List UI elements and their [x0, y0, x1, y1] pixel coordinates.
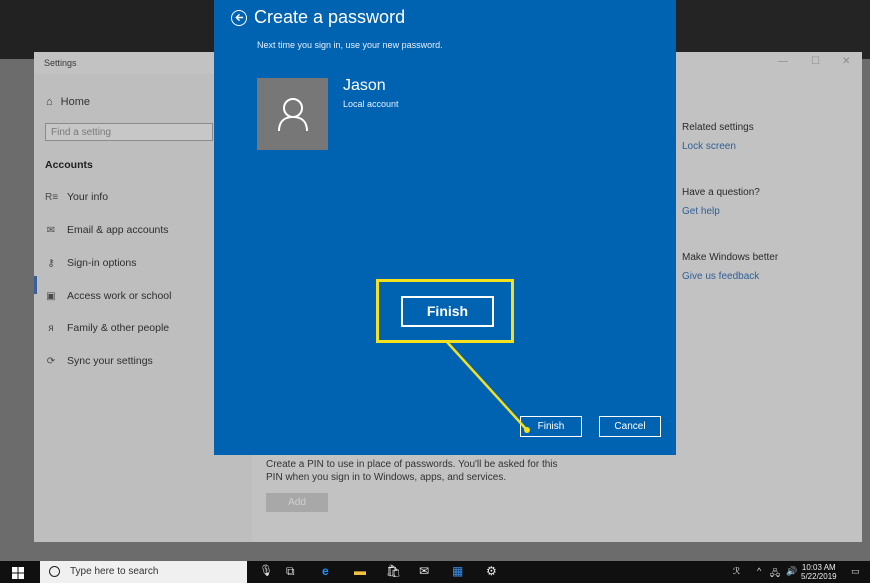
file-explorer-icon[interactable]: ▬: [354, 564, 366, 578]
windows-start-icon[interactable]: [12, 566, 24, 584]
callout-pointer-dot: [524, 427, 530, 433]
settings-gear-icon[interactable]: ⚙: [486, 564, 497, 578]
photos-icon[interactable]: ▦: [452, 564, 463, 578]
callout-finish-button: Finish: [401, 296, 494, 327]
mail-app-icon[interactable]: ✉: [419, 564, 429, 578]
store-icon[interactable]: 🛍: [386, 564, 401, 578]
taskbar-search-placeholder: Type here to search: [70, 566, 159, 577]
system-clock[interactable]: 10:03 AM 5/22/2019: [801, 563, 837, 581]
taskbar: Type here to search 🎙 ⧉ e ▬ 🛍 ✉ ▦ ⚙ ℛ ^ …: [0, 561, 870, 583]
clock-time: 10:03 AM: [801, 563, 836, 572]
task-view-icon[interactable]: ⧉: [286, 564, 295, 579]
clock-date: 5/22/2019: [801, 572, 837, 581]
people-icon[interactable]: ℛ: [733, 566, 740, 577]
microphone-icon[interactable]: 🎙: [259, 564, 273, 577]
taskbar-search-input[interactable]: Type here to search: [40, 561, 247, 583]
volume-icon[interactable]: 🔊: [786, 566, 797, 577]
cortana-icon: [49, 566, 60, 577]
edge-icon[interactable]: e: [322, 564, 329, 578]
notifications-icon[interactable]: ▭: [851, 566, 860, 577]
network-icon[interactable]: 🖧: [770, 566, 780, 582]
chevron-up-icon[interactable]: ^: [757, 566, 761, 576]
